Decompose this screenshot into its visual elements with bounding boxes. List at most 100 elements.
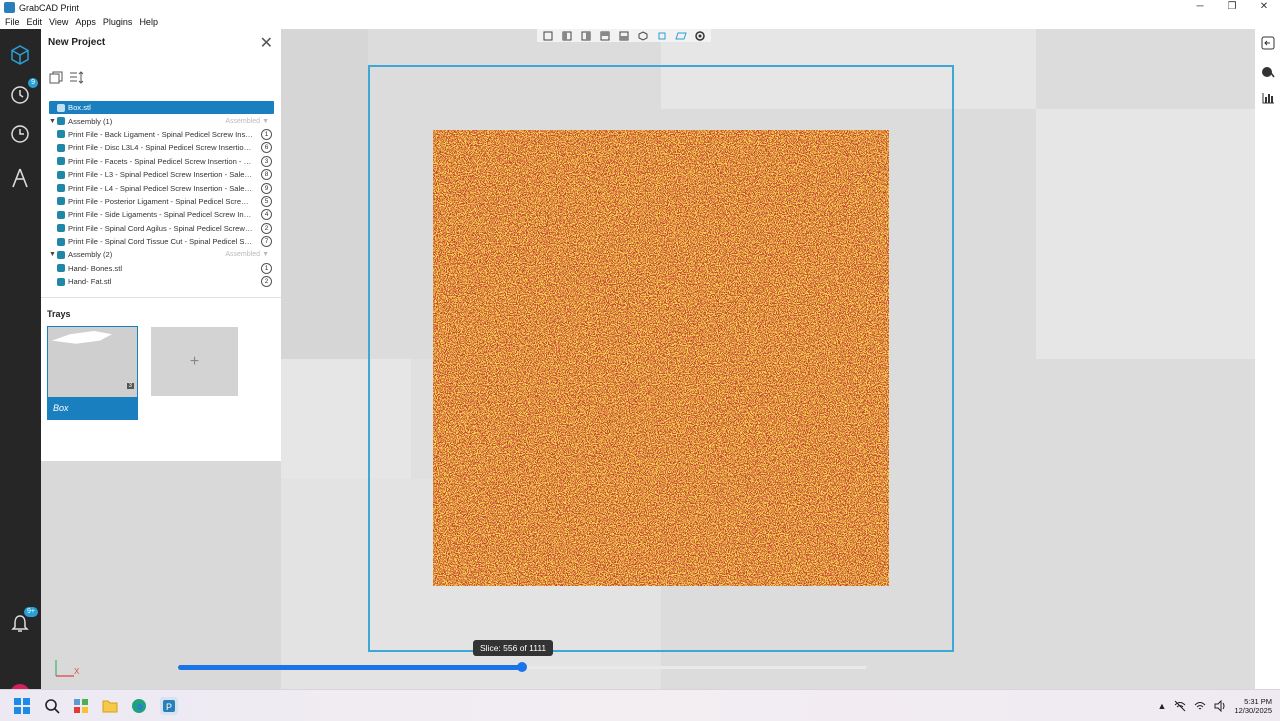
wifi-icon[interactable] bbox=[1194, 700, 1206, 712]
rail-printer-button[interactable] bbox=[6, 164, 34, 192]
part-icon bbox=[57, 130, 65, 139]
project-panel: New Project ✕ Box.stl ▼ Assembly (1) Ass… bbox=[41, 29, 281, 461]
collapse-panel-icon[interactable] bbox=[1260, 35, 1275, 50]
assembled-tag: Assembled bbox=[225, 251, 260, 259]
view-right-icon[interactable] bbox=[597, 30, 613, 42]
assembly-icon bbox=[57, 250, 65, 259]
part-number: 4 bbox=[261, 209, 272, 221]
menu-help[interactable]: Help bbox=[139, 17, 158, 27]
view-settings-icon[interactable] bbox=[692, 30, 708, 42]
tree-item[interactable]: Print File - Facets - Spinal Pedicel Scr… bbox=[49, 155, 274, 168]
view-fit-icon[interactable] bbox=[654, 30, 670, 42]
panel-close-icon[interactable]: ✕ bbox=[260, 33, 273, 53]
part-number: 3 bbox=[261, 155, 272, 167]
history-icon bbox=[11, 125, 29, 143]
window-controls: ─ ❐ ✕ bbox=[1184, 0, 1280, 15]
assembled-tag: Assembled bbox=[225, 117, 260, 125]
view-top-icon[interactable] bbox=[616, 30, 632, 42]
model-tree: Box.stl ▼ Assembly (1) Assembled ▼ Print… bbox=[49, 101, 274, 288]
part-icon bbox=[57, 170, 65, 179]
view-front-icon[interactable] bbox=[540, 30, 556, 42]
chevron-down-icon[interactable]: ▼ bbox=[262, 118, 269, 125]
tree-assembly-1[interactable]: ▼ Assembly (1) Assembled ▼ bbox=[49, 114, 274, 127]
trays-heading: Trays bbox=[47, 309, 71, 319]
part-number: 9 bbox=[261, 182, 272, 194]
tree-item[interactable]: Print File - Spinal Cord Agilus - Spinal… bbox=[49, 222, 274, 235]
panel-toolbar bbox=[49, 71, 85, 84]
tree-item[interactable]: Print File - L3 - Spinal Pedicel Screw I… bbox=[49, 168, 274, 181]
sort-icon[interactable] bbox=[69, 71, 85, 84]
menu-view[interactable]: View bbox=[49, 17, 68, 27]
part-number: 6 bbox=[261, 142, 272, 154]
menu-apps[interactable]: Apps bbox=[75, 17, 96, 27]
rail-notifications-button[interactable]: 9+ bbox=[6, 607, 38, 638]
menu-plugins[interactable]: Plugins bbox=[103, 17, 133, 27]
bell-icon bbox=[11, 615, 29, 632]
system-tray: ▲ 5:31 PM 12/30/2025 bbox=[1158, 694, 1272, 718]
printer-icon bbox=[12, 168, 28, 188]
part-icon bbox=[57, 210, 65, 219]
rail-schedule-button[interactable] bbox=[6, 120, 34, 148]
volume-icon[interactable] bbox=[1214, 700, 1226, 712]
edge-browser-icon[interactable] bbox=[130, 697, 148, 715]
menu-edit[interactable]: Edit bbox=[27, 17, 43, 27]
part-icon bbox=[57, 277, 65, 286]
model-settings-icon[interactable] bbox=[1260, 64, 1275, 79]
arrange-icon[interactable] bbox=[49, 71, 63, 84]
chevron-up-icon[interactable]: ▲ bbox=[1158, 701, 1167, 711]
view-iso-icon[interactable] bbox=[635, 30, 651, 42]
right-rail bbox=[1255, 29, 1280, 689]
tree-item[interactable]: Print File - Back Ligament - Spinal Pedi… bbox=[49, 128, 274, 141]
tree-item[interactable]: Hand- Bones.stl 1 bbox=[49, 262, 274, 275]
part-icon bbox=[57, 197, 65, 206]
menu-bar: File Edit View Apps Plugins Help bbox=[0, 15, 1280, 29]
minimize-button[interactable]: ─ bbox=[1184, 0, 1216, 15]
close-window-button[interactable]: ✕ bbox=[1248, 0, 1280, 15]
file-explorer-icon[interactable] bbox=[101, 697, 119, 715]
part-icon bbox=[57, 184, 65, 193]
slice-slider-thumb[interactable] bbox=[517, 662, 527, 672]
add-tray-button[interactable]: + bbox=[151, 327, 238, 396]
estimates-chart-icon[interactable] bbox=[1260, 90, 1275, 105]
cube-icon bbox=[57, 103, 65, 112]
chevron-down-icon[interactable]: ▼ bbox=[262, 251, 269, 258]
menu-file[interactable]: File bbox=[5, 17, 20, 27]
tree-item[interactable]: Print File - L4 - Spinal Pedicel Screw I… bbox=[49, 181, 274, 194]
part-number: 1 bbox=[261, 128, 272, 140]
tree-item[interactable]: Print File - Posterior Ligament - Spinal… bbox=[49, 195, 274, 208]
windows-start-icon[interactable] bbox=[13, 697, 31, 715]
taskbar: P ▲ 5:31 PM 12/30/2025 bbox=[0, 689, 1280, 721]
slice-indicator: Slice: 556 of 1111 bbox=[473, 640, 554, 656]
part-icon bbox=[57, 157, 65, 166]
clock-icon bbox=[11, 86, 29, 104]
view-tray-icon[interactable] bbox=[673, 30, 689, 42]
title-bar: GrabCAD Print ─ ❐ ✕ bbox=[0, 0, 1280, 15]
tray-name: Box bbox=[48, 397, 137, 419]
tree-item-box[interactable]: Box.stl bbox=[49, 101, 274, 115]
grabcad-print-taskbar-icon[interactable]: P bbox=[160, 697, 178, 715]
rail-history-button[interactable]: 9 bbox=[6, 78, 38, 109]
expand-triangle-icon[interactable]: ▼ bbox=[49, 118, 57, 125]
tray-card[interactable]: 3 Box bbox=[47, 326, 138, 420]
clock-time: 5:31 PM bbox=[1244, 697, 1272, 706]
view-back-icon[interactable] bbox=[559, 30, 575, 42]
maximize-button[interactable]: ❐ bbox=[1216, 0, 1248, 15]
view-left-icon[interactable] bbox=[578, 30, 594, 42]
search-icon[interactable] bbox=[43, 697, 61, 715]
part-number: 8 bbox=[261, 169, 272, 181]
view-toolbar bbox=[537, 29, 711, 42]
rail-project-button[interactable] bbox=[6, 41, 34, 69]
part-number: 2 bbox=[261, 222, 272, 234]
tree-item[interactable]: Print File - Spinal Cord Tissue Cut - Sp… bbox=[49, 235, 274, 248]
tree-item[interactable]: Hand- Fat.stl 2 bbox=[49, 275, 274, 288]
network-off-icon[interactable] bbox=[1174, 700, 1186, 712]
expand-triangle-icon[interactable]: ▼ bbox=[49, 251, 57, 258]
system-clock[interactable]: 5:31 PM 12/30/2025 bbox=[1234, 697, 1272, 715]
panel-title: New Project bbox=[48, 37, 106, 48]
widgets-icon[interactable] bbox=[72, 697, 90, 715]
tree-item[interactable]: Print File - Side Ligaments - Spinal Ped… bbox=[49, 208, 274, 221]
tree-assembly-2[interactable]: ▼ Assembly (2) Assembled ▼ bbox=[49, 248, 274, 261]
slice-slider-fill bbox=[178, 665, 522, 670]
cube-icon bbox=[11, 45, 29, 65]
tree-item[interactable]: Print File - Disc L3L4 - Spinal Pedicel … bbox=[49, 141, 274, 154]
